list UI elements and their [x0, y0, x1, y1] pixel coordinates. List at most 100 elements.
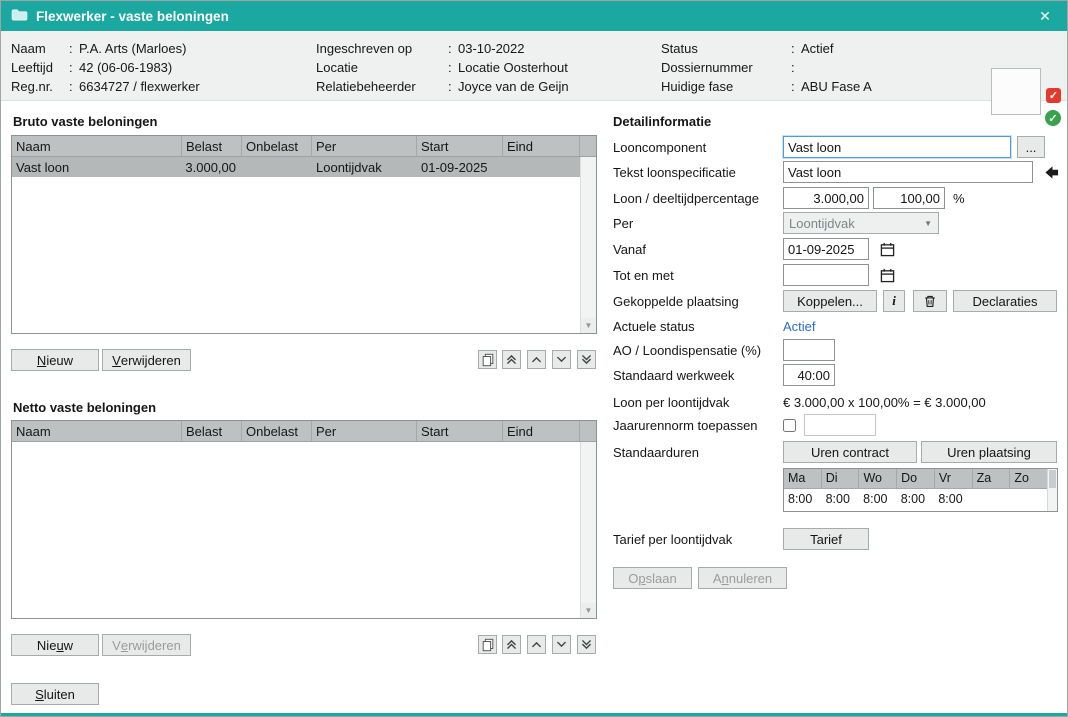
tot-en-met-input[interactable]: [783, 264, 869, 286]
colon: :: [448, 60, 458, 75]
tekst-loonspecificatie-input[interactable]: [783, 161, 1033, 183]
header-column-1: Naam:P.A. Arts (Marloes) Leeftijd:42 (06…: [11, 39, 200, 96]
sluiten-button[interactable]: Sluiten: [11, 683, 99, 705]
bruto-verwijderen-button[interactable]: Verwijderen: [102, 349, 191, 371]
uren-plaatsing-button[interactable]: Uren plaatsing: [921, 441, 1057, 463]
info-button[interactable]: i: [883, 290, 905, 312]
actuele-status-link[interactable]: Actief: [783, 319, 816, 334]
bruto-row-tools: [478, 350, 596, 369]
field-label: Actuele status: [613, 319, 783, 334]
label-accel: u: [56, 638, 63, 653]
label-accel: N: [37, 353, 46, 368]
field-label: Looncomponent: [613, 140, 783, 155]
deeltijdpercentage-input[interactable]: [873, 187, 945, 209]
table-row-selected[interactable]: Vast loon 3.000,00 Loontijdvak 01-09-202…: [12, 157, 580, 177]
copy-icon[interactable]: [478, 635, 497, 654]
jaarurennorm-checkbox[interactable]: [783, 419, 796, 432]
label-text: slaan: [646, 571, 677, 586]
header-field-relatiebeheerder: Relatiebeheerder:Joyce van de Geijn: [316, 77, 569, 96]
column-header-zo: Zo: [1010, 469, 1047, 488]
field-label: Per: [613, 216, 783, 231]
header-field-dossiernummer: Dossiernummer:: [661, 58, 872, 77]
row-ao-loondispensatie: AO / Loondispensatie (%): [613, 339, 835, 361]
koppelen-button[interactable]: Koppelen...: [783, 290, 877, 312]
tarief-button[interactable]: Tarief: [783, 528, 869, 550]
column-header-onbelast: Onbelast: [242, 421, 312, 441]
trash-icon[interactable]: [913, 290, 947, 312]
header-field-status: Status:Actief: [661, 39, 872, 58]
column-header-eind: Eind: [503, 136, 580, 156]
netto-row-tools: [478, 635, 596, 654]
scrollbar-thumb[interactable]: [1049, 470, 1056, 488]
chevron-down-icon: ▼: [920, 219, 936, 228]
standaard-werkweek-input[interactable]: [783, 364, 835, 386]
netto-verwijderen-button: Verwijderen: [102, 634, 191, 656]
move-up-icon[interactable]: [527, 635, 546, 654]
green-check-icon[interactable]: ✓: [1045, 110, 1061, 126]
move-up-icon[interactable]: [527, 350, 546, 369]
percent-label: %: [953, 191, 965, 206]
field-label: Standaarduren: [613, 445, 783, 460]
label-accel: p: [638, 571, 645, 586]
row-looncomponent: Looncomponent ...: [613, 136, 1045, 158]
ao-loondispensatie-input[interactable]: [783, 339, 835, 361]
move-top-icon[interactable]: [502, 350, 521, 369]
row-standaarduren: Standaarduren Uren contract Uren plaatsi…: [613, 441, 1057, 463]
looncomponent-input[interactable]: [783, 136, 1011, 158]
scroll-down-icon[interactable]: ▼: [581, 318, 596, 333]
colon: :: [448, 41, 458, 56]
label-text: O: [628, 571, 638, 586]
vertical-scrollbar[interactable]: ▼: [580, 157, 596, 333]
field-label: Locatie: [316, 60, 448, 75]
field-label: Naam: [11, 41, 69, 56]
move-bottom-icon[interactable]: [577, 350, 596, 369]
copy-icon[interactable]: [478, 350, 497, 369]
header-field-regnr: Reg.nr.:6634727 / flexwerker: [11, 77, 200, 96]
column-header-per: Per: [312, 421, 417, 441]
field-label: Relatiebeheerder: [316, 79, 448, 94]
standaarduren-header: Ma Di Wo Do Vr Za Zo: [784, 469, 1047, 489]
field-label: Gekoppelde plaatsing: [613, 294, 783, 309]
standaarduren-scrollbar[interactable]: [1047, 469, 1057, 511]
loon-input[interactable]: [783, 187, 869, 209]
field-label: Tarief per loontijdvak: [613, 532, 783, 547]
vertical-scrollbar[interactable]: ▼: [580, 442, 596, 618]
netto-nieuw-button[interactable]: Nieuw: [11, 634, 99, 656]
scroll-down-icon[interactable]: ▼: [581, 603, 596, 618]
row-tot-en-met: Tot en met: [613, 264, 897, 286]
declaraties-button[interactable]: Declaraties: [953, 290, 1057, 312]
header-field-ingeschreven-op: Ingeschreven op:03-10-2022: [316, 39, 569, 58]
colon: :: [791, 41, 801, 56]
row-vanaf: Vanaf: [613, 238, 897, 260]
red-check-icon[interactable]: ✓: [1046, 88, 1061, 103]
label-text: A: [713, 571, 722, 586]
move-top-icon[interactable]: [502, 635, 521, 654]
flexwerker-window: Flexwerker - vaste beloningen ✕ Naam:P.A…: [0, 0, 1068, 717]
column-header-belast: Belast: [182, 421, 242, 441]
move-bottom-icon[interactable]: [577, 635, 596, 654]
calendar-icon[interactable]: [877, 239, 897, 259]
vanaf-input[interactable]: [783, 238, 869, 260]
looncomponent-browse-button[interactable]: ...: [1017, 136, 1045, 158]
cell-do: 8:00: [897, 489, 935, 510]
close-icon[interactable]: ✕: [1035, 6, 1055, 26]
move-down-icon[interactable]: [552, 350, 571, 369]
field-value: 03-10-2022: [458, 41, 525, 56]
field-value: 42 (06-06-1983): [79, 60, 172, 75]
header-field-locatie: Locatie:Locatie Oosterhout: [316, 58, 569, 77]
field-value: Joyce van de Geijn: [458, 79, 569, 94]
label-accel: e: [121, 638, 128, 653]
arrow-left-icon[interactable]: [1041, 162, 1061, 182]
bruto-section-title: Bruto vaste beloningen: [13, 114, 157, 129]
colon: :: [69, 41, 79, 56]
column-header-naam: Naam: [12, 421, 182, 441]
field-label: Tot en met: [613, 268, 783, 283]
move-down-icon[interactable]: [552, 635, 571, 654]
header-column-2: Ingeschreven op:03-10-2022 Locatie:Locat…: [316, 39, 569, 96]
column-header-eind: Eind: [503, 421, 580, 441]
loon-berekening-value: € 3.000,00 x 100,00% = € 3.000,00: [783, 395, 986, 410]
colon: :: [69, 79, 79, 94]
uren-contract-button[interactable]: Uren contract: [783, 441, 917, 463]
bruto-nieuw-button[interactable]: Nieuw: [11, 349, 99, 371]
calendar-icon[interactable]: [877, 265, 897, 285]
